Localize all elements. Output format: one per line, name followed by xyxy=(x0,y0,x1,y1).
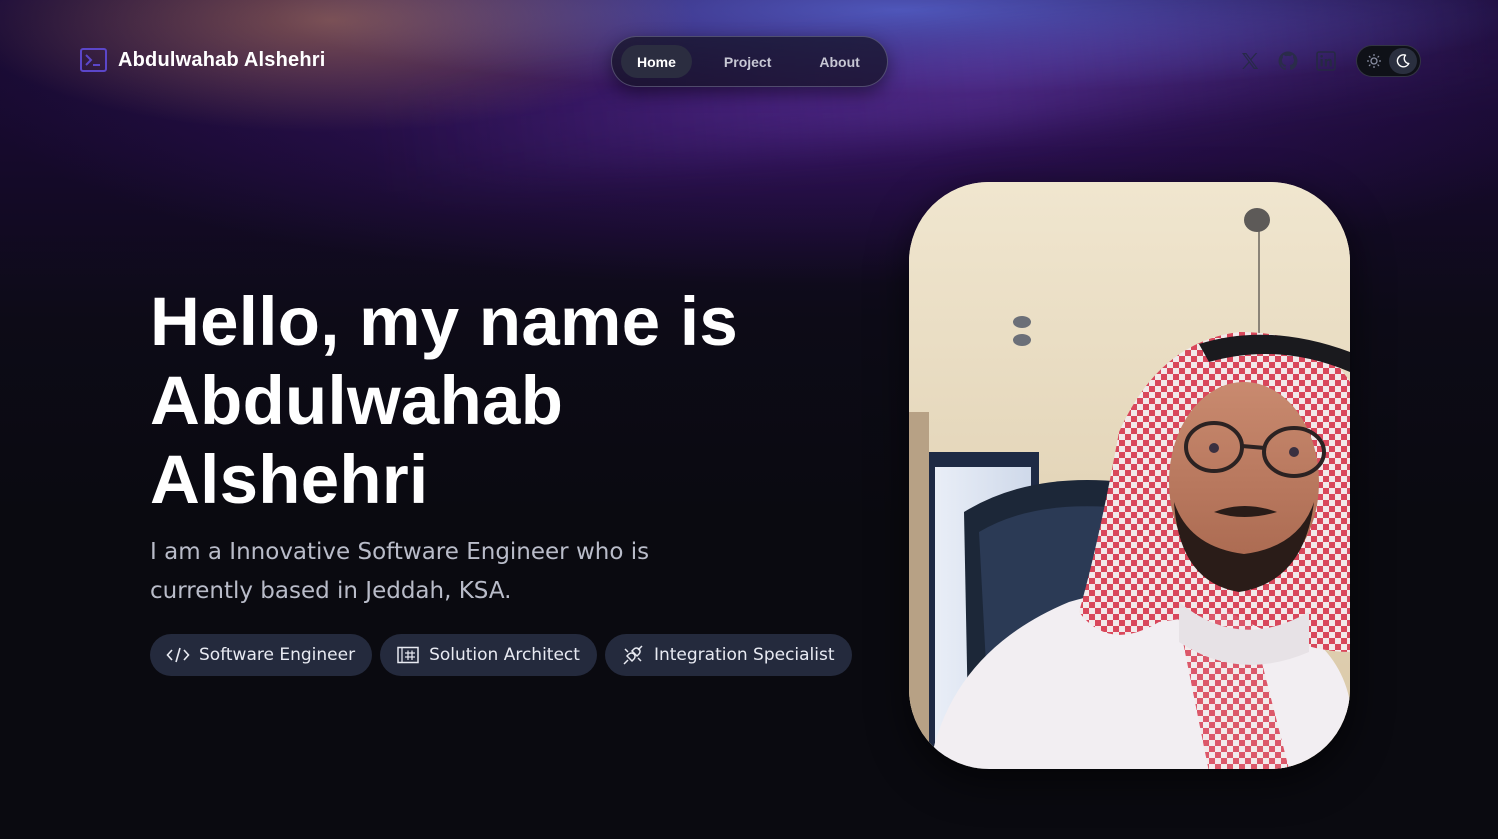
code-icon xyxy=(166,644,190,666)
theme-toggle[interactable] xyxy=(1356,45,1421,77)
hero-section: Hello, my name is Abdulwahab Alshehri I … xyxy=(150,282,870,676)
site-header: Abdulwahab Alshehri Home Project About xyxy=(0,0,1498,120)
sun-icon[interactable] xyxy=(1360,48,1389,74)
architecture-icon xyxy=(396,644,420,666)
hero-title-line-3: Alshehri xyxy=(150,441,429,518)
main-nav: Home Project About xyxy=(611,36,888,87)
chip-integration-specialist[interactable]: Integration Specialist xyxy=(604,634,852,676)
hero-title-line-1: Hello, my name is xyxy=(150,283,738,360)
brand-link[interactable]: Abdulwahab Alshehri xyxy=(80,48,326,72)
chip-software-engineer[interactable]: Software Engineer xyxy=(150,634,373,676)
chip-label: Integration Specialist xyxy=(653,645,835,665)
chip-solution-architect[interactable]: Solution Architect xyxy=(380,634,597,676)
integration-icon xyxy=(621,644,645,666)
linkedin-icon[interactable] xyxy=(1314,48,1338,74)
nav-item-home[interactable]: Home xyxy=(621,45,692,78)
moon-icon[interactable] xyxy=(1388,48,1417,74)
nav-item-project[interactable]: Project xyxy=(708,45,787,78)
terminal-icon xyxy=(80,48,107,72)
github-icon[interactable] xyxy=(1276,48,1300,74)
hero-title: Hello, my name is Abdulwahab Alshehri xyxy=(150,282,870,519)
chip-label: Solution Architect xyxy=(429,645,580,665)
profile-photo xyxy=(909,182,1350,769)
nav-item-about[interactable]: About xyxy=(803,45,875,78)
role-chips: Software Engineer Solution Architect Int… xyxy=(150,634,870,676)
hero-title-line-2: Abdulwahab xyxy=(150,362,564,439)
brand-name: Abdulwahab Alshehri xyxy=(118,48,326,71)
chip-label: Software Engineer xyxy=(199,645,356,665)
hero-subtitle: I am a Innovative Software Engineer who … xyxy=(150,539,650,604)
social-links xyxy=(1238,48,1352,74)
x-twitter-icon[interactable] xyxy=(1238,48,1262,74)
